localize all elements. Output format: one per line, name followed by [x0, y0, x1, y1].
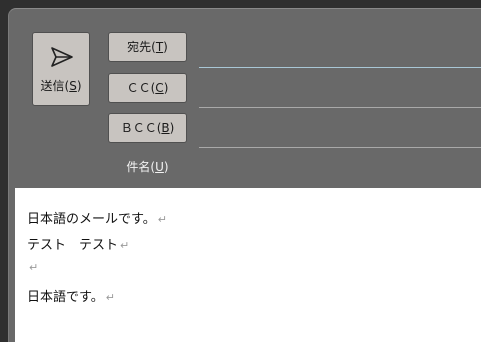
body-line-2: テスト テスト ↵ [27, 234, 129, 253]
bcc-label-close: ) [169, 121, 175, 135]
send-accesskey: S [69, 79, 77, 93]
body-line-4: 日本語です。 ↵ [27, 286, 115, 305]
bcc-button[interactable]: ＢＣＣ(B) [108, 113, 187, 143]
cc-label-close: ) [163, 81, 169, 95]
to-field[interactable] [199, 67, 481, 68]
paragraph-mark-icon: ↵ [29, 261, 39, 274]
body-line-2-text: テスト テスト [27, 238, 119, 253]
body-line-4-text: 日本語です。 [27, 290, 104, 305]
to-label-text: 宛先( [127, 40, 156, 54]
cc-label-text: ＣＣ( [126, 81, 156, 95]
to-button[interactable]: 宛先(T) [108, 32, 187, 62]
subject-label-text: 件名( [126, 160, 156, 174]
mail-compose-window: 送信(S) 宛先(T) ＣＣ(C) ＢＣＣ(B) 件名(U) 日本語のメールです… [0, 0, 481, 342]
send-arrow-icon [51, 47, 73, 67]
paragraph-mark-icon: ↵ [105, 291, 115, 304]
send-label-text: 送信( [40, 79, 70, 93]
subject-accesskey: U [155, 160, 164, 174]
paragraph-mark-icon: ↵ [120, 239, 130, 252]
send-label-close: ) [76, 79, 82, 93]
paragraph-mark-icon: ↵ [157, 213, 167, 226]
subject-label: 件名(U) [108, 158, 187, 175]
body-line-1: 日本語のメールです。 ↵ [27, 208, 167, 227]
send-button[interactable]: 送信(S) [32, 32, 90, 106]
bcc-accesskey: B [161, 121, 170, 135]
cc-button[interactable]: ＣＣ(C) [108, 73, 187, 103]
send-button-label: 送信(S) [33, 77, 89, 94]
body-line-1-text: 日本語のメールです。 [27, 212, 156, 227]
message-body-editor[interactable]: 日本語のメールです。 ↵ テスト テスト ↵ ↵ 日本語です。 ↵ [15, 188, 481, 342]
to-label-close: ) [163, 40, 168, 54]
bcc-field[interactable] [199, 147, 481, 148]
cc-accesskey: C [155, 81, 164, 95]
subject-label-close: ) [163, 160, 169, 174]
body-line-3: ↵ [27, 260, 38, 275]
cc-field[interactable] [199, 107, 481, 108]
bcc-label-text: ＢＣＣ( [120, 121, 162, 135]
